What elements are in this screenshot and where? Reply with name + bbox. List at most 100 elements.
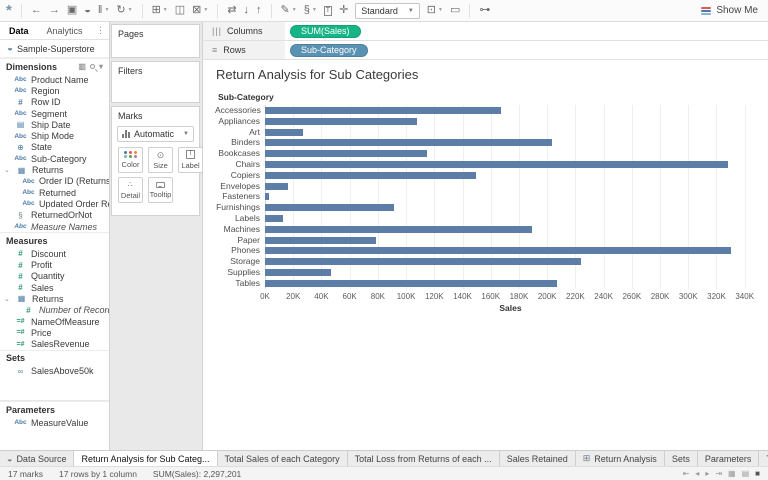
bar-mark[interactable] — [265, 225, 532, 233]
field-item[interactable]: Abc Order ID (Returns) — [0, 176, 109, 187]
field-item[interactable]: Abc Region — [0, 85, 109, 96]
new-datasource-icon[interactable]: ◒ — [84, 5, 91, 16]
bar-mark[interactable] — [265, 106, 502, 114]
field-item[interactable]: § ReturnedOrNot — [0, 210, 109, 221]
chevron-down-icon[interactable]: ⌄ — [4, 295, 11, 303]
category-label[interactable]: Labels — [215, 213, 265, 224]
sheet-tab[interactable]: Return Analysis for Sub Categ... — [74, 451, 218, 466]
columns-shelf[interactable]: ||| Columns SUM(Sales) — [202, 22, 768, 41]
field-item[interactable]: Abc Updated Order Returns — [0, 198, 109, 209]
field-item[interactable]: Abc Returned — [0, 187, 109, 198]
share-icon[interactable]: ⊶ — [479, 5, 490, 16]
rows-shelf[interactable]: ≡ Rows Sub-Category — [202, 41, 768, 60]
field-item[interactable]: Abc MeasureValue — [0, 417, 109, 428]
pages-shelf[interactable]: Pages — [111, 24, 200, 58]
field-item[interactable]: =# Price — [0, 327, 109, 338]
fit-mode-select[interactable]: Standard ▼ — [355, 2, 420, 19]
redo-icon[interactable]: → — [49, 5, 60, 16]
bar-mark[interactable] — [265, 247, 731, 255]
sheet-tab[interactable]: Parameters — [697, 451, 760, 466]
save-icon[interactable]: ▣ — [67, 5, 77, 16]
fix-axes-icon[interactable]: ✛ — [339, 5, 348, 16]
undo-icon[interactable]: ← — [31, 5, 42, 16]
sort-ascending-icon[interactable]: ↓ — [244, 5, 250, 16]
find-field-icon[interactable] — [89, 64, 95, 69]
single-view-icon[interactable]: ■ — [755, 469, 760, 478]
category-label[interactable]: Chairs — [215, 159, 265, 170]
category-label[interactable]: Phones — [215, 245, 265, 256]
new-worksheet-icon[interactable]: ⊞ ▼ — [152, 5, 168, 16]
sheet-tab[interactable]: Total Loss from Returns of each ... — [347, 451, 500, 466]
highlight-icon[interactable]: ✎ ▼ — [281, 5, 297, 16]
bar-mark[interactable] — [265, 117, 417, 125]
field-item[interactable]: ⌄ ▦ Returns — [0, 164, 109, 175]
field-item[interactable]: Abc Product Name — [0, 74, 109, 85]
fit-selector-icon[interactable]: ⊡ ▼ — [427, 5, 443, 16]
chevron-down-icon[interactable]: ⌄ — [4, 166, 11, 174]
swap-rows-columns-icon[interactable]: ⇄ — [227, 5, 236, 16]
tab-analytics[interactable]: Analytics — [38, 26, 92, 36]
bar-mark[interactable] — [265, 258, 581, 266]
mark-type-dropdown[interactable]: Automatic ▼ — [117, 126, 194, 142]
filters-shelf[interactable]: Filters — [111, 61, 200, 103]
field-item[interactable]: # Number of Records — [0, 305, 109, 316]
bar-mark[interactable] — [265, 236, 376, 244]
category-label[interactable]: Art — [215, 127, 265, 138]
group-members-icon[interactable]: § ▼ — [304, 5, 317, 16]
field-item[interactable]: Abc Sub-Category — [0, 153, 109, 164]
field-item[interactable]: Abc Segment — [0, 108, 109, 119]
field-item[interactable]: # Quantity — [0, 271, 109, 282]
pause-auto-updates-icon[interactable]: ‖ ▼ — [98, 5, 110, 16]
category-label[interactable]: Appliances — [215, 116, 265, 127]
sheet-sorter-icon[interactable]: ▦ — [728, 469, 736, 478]
bar-mark[interactable] — [265, 204, 395, 212]
category-label[interactable]: Binders — [215, 137, 265, 148]
duplicate-sheet-icon[interactable]: ◫ — [175, 5, 185, 16]
field-item[interactable]: ▤ Ship Date — [0, 119, 109, 130]
marks-button-tooltip[interactable]: Tooltip — [148, 177, 173, 203]
last-sheet-icon[interactable]: ⇥ — [715, 469, 722, 478]
bar-mark[interactable] — [265, 214, 283, 222]
field-item[interactable]: ∞ SalesAbove50k — [0, 366, 109, 377]
columns-pill[interactable]: SUM(Sales) — [290, 24, 361, 38]
category-label[interactable]: Machines — [215, 224, 265, 235]
category-label[interactable]: Supplies — [215, 267, 265, 278]
rows-pill[interactable]: Sub-Category — [290, 43, 368, 57]
run-auto-updates-icon[interactable]: ↻ ▼ — [116, 5, 132, 16]
clear-sheet-icon[interactable]: ⊠ ▼ — [192, 5, 208, 16]
tab-data[interactable]: Data — [0, 26, 38, 36]
category-label[interactable]: Storage — [215, 256, 265, 267]
first-sheet-icon[interactable]: ⇤ — [683, 469, 690, 478]
field-item[interactable]: ⌄ ▦ Returns — [0, 293, 109, 304]
field-item[interactable]: ⊕ State — [0, 142, 109, 153]
field-item[interactable]: =# NameOfMeasure — [0, 316, 109, 327]
category-label[interactable]: Envelopes — [215, 181, 265, 192]
bar-mark[interactable] — [265, 150, 428, 158]
value-axis[interactable]: 0K 20K 40K 60K 80K 100K 120K 140K 160K 180K 200K 22… — [260, 289, 756, 301]
sheet-tab[interactable]: Sales Retained — [499, 451, 576, 466]
field-item[interactable]: # Discount — [0, 248, 109, 259]
field-item[interactable]: Abc Ship Mode — [0, 130, 109, 141]
presentation-mode-icon[interactable]: ▭ — [450, 5, 460, 16]
marks-button-size[interactable]: ⊙ Size — [148, 147, 173, 173]
view-as-icon[interactable]: ▥ — [78, 62, 86, 71]
sheet-tab[interactable]: ⊞ Return Analysis — [575, 451, 665, 466]
filmstrip-icon[interactable]: ▤ — [742, 469, 750, 478]
category-label[interactable]: Furnishings — [215, 202, 265, 213]
bar-mark[interactable] — [265, 139, 552, 147]
bar-mark[interactable] — [265, 171, 476, 179]
show-me-button[interactable]: Show Me — [701, 5, 758, 16]
category-label[interactable]: Bookcases — [215, 148, 265, 159]
field-item[interactable]: # Sales — [0, 282, 109, 293]
field-item[interactable]: # Profit — [0, 259, 109, 270]
sheet-tab[interactable]: ◒ Data Source — [0, 451, 75, 466]
next-sheet-icon[interactable]: ▸ — [705, 469, 709, 478]
bar-mark[interactable] — [265, 268, 331, 276]
marks-button-label[interactable]: T Label — [178, 147, 203, 173]
bar-mark[interactable] — [265, 279, 557, 287]
bar-mark[interactable] — [265, 182, 289, 190]
show-mark-labels-icon[interactable]: T — [323, 5, 333, 16]
category-label[interactable]: Fasteners — [215, 191, 265, 202]
category-label[interactable]: Paper — [215, 235, 265, 246]
field-item[interactable]: Abc Measure Names — [0, 221, 109, 232]
